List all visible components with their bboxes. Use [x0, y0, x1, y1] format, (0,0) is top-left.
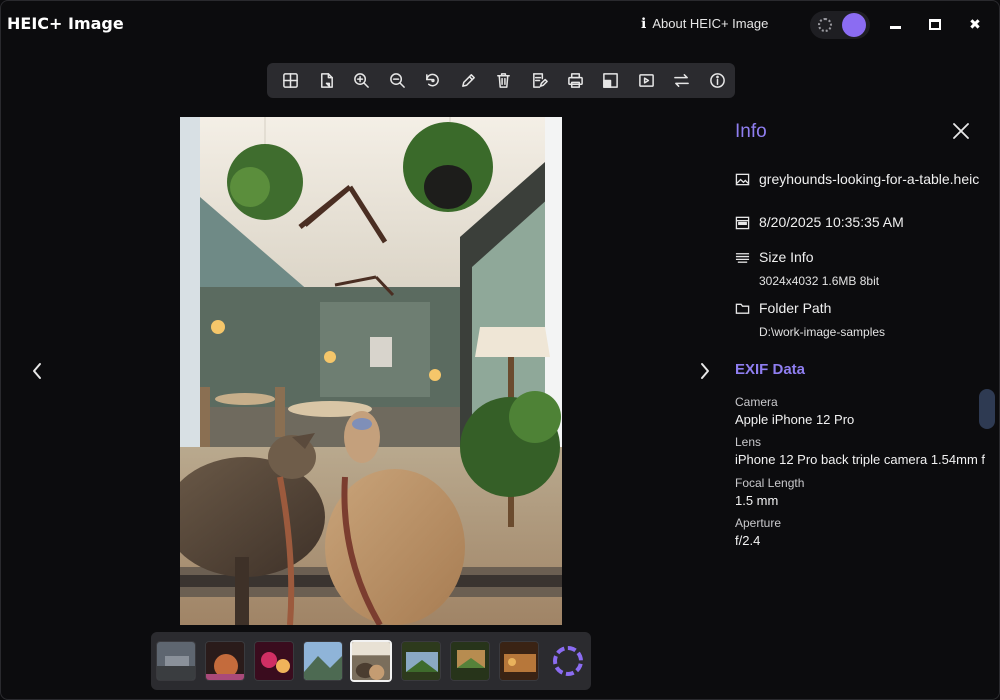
info-folder-row: Folder Path D:\work-image-samples [735, 300, 885, 339]
maximize-button[interactable] [923, 13, 947, 35]
exif-key: Camera [735, 395, 778, 409]
info-icon: ℹ [641, 15, 647, 31]
zoom-out-icon [389, 73, 405, 88]
delete-button[interactable] [486, 66, 522, 96]
thumbnail-image [255, 642, 293, 680]
convert-button[interactable] [664, 66, 700, 96]
thumbnail[interactable] [303, 641, 343, 681]
filename: greyhounds-looking-for-a-table.heic [759, 171, 980, 187]
theme-toggle[interactable] [810, 11, 870, 39]
next-image-button[interactable] [695, 361, 715, 381]
pencil-icon [461, 74, 475, 87]
folder-icon [735, 301, 751, 317]
filmstrip [151, 632, 591, 690]
zoom-out-button[interactable] [380, 66, 416, 96]
maximize-icon [929, 18, 941, 30]
datetime: 8/20/2025 10:35:35 AM [759, 214, 904, 230]
swap-arrows-icon [674, 74, 689, 87]
main-photo[interactable] [180, 117, 562, 625]
grid-icon [283, 73, 299, 88]
trash-icon [497, 73, 511, 88]
thumbnail-image [304, 642, 342, 680]
exif-key: Focal Length [735, 476, 805, 490]
slideshow-icon [638, 74, 654, 87]
exif-aperture: Aperture f/2.4 [735, 516, 781, 548]
thumbnail[interactable] [205, 641, 245, 681]
exif-value: f/2.4 [735, 533, 761, 548]
image-icon [735, 172, 751, 188]
slideshow-button[interactable] [628, 66, 664, 96]
thumbnail-image [451, 642, 489, 680]
size-info-label: Size Info [759, 249, 814, 265]
thumbnail-image [157, 642, 195, 680]
previous-image-button[interactable] [27, 361, 47, 381]
calendar-icon [735, 215, 751, 231]
close-icon [953, 123, 969, 139]
close-icon: ✖ [969, 15, 981, 32]
exif-title: EXIF Data [735, 361, 806, 378]
zoom-in-icon [354, 73, 370, 88]
crop-icon [603, 73, 618, 88]
thumbnail[interactable] [450, 641, 490, 681]
thumbnail-image [500, 642, 538, 680]
loading-spinner [549, 641, 587, 681]
rotate-icon [426, 73, 440, 87]
save-as-button[interactable] [522, 66, 558, 96]
exif-value: Apple iPhone 12 Pro [735, 412, 855, 427]
exif-key: Aperture [735, 516, 782, 530]
exif-value: iPhone 12 Pro back triple camera 1.54mm … [735, 452, 986, 467]
info-size-row: Size Info 3024x4032 1.6MB 8bit [735, 249, 879, 288]
file-open-icon [320, 73, 333, 88]
rotate-button[interactable] [415, 66, 451, 96]
info-panel: Info greyhounds-looking-for-a-table.heic… [721, 109, 999, 549]
info-circle-icon [709, 73, 725, 88]
info-scrollbar-thumb[interactable] [979, 389, 995, 429]
minimize-icon [889, 25, 901, 29]
thumbnail[interactable] [401, 641, 441, 681]
exif-lens: Lens iPhone 12 Pro back triple camera 1.… [735, 435, 985, 467]
thumbnail-image [206, 642, 244, 680]
chevron-left-icon [33, 363, 41, 379]
crop-button[interactable] [593, 66, 629, 96]
info-panel-title: Info [735, 121, 767, 142]
exif-camera: Camera Apple iPhone 12 Pro [735, 395, 854, 427]
exif-value: 1.5 mm [735, 493, 779, 508]
exif-key: Lens [735, 435, 762, 449]
thumbnail-image [352, 642, 390, 680]
thumbnail[interactable] [499, 641, 539, 681]
thumbnail-image [402, 642, 440, 680]
info-filename-row: greyhounds-looking-for-a-table.heic [735, 171, 979, 188]
title-bar: HEIC+ Image ℹ About HEIC+ Image ✖ [1, 1, 999, 47]
spinner-icon [553, 646, 583, 676]
toggle-knob [842, 13, 866, 37]
print-button[interactable] [557, 66, 593, 96]
toolbar [267, 63, 735, 98]
size-info-value: 3024x4032 1.6MB 8bit [759, 274, 880, 288]
app-window: HEIC+ Image ℹ About HEIC+ Image ✖ Info g… [0, 0, 1000, 700]
edit-button[interactable] [451, 66, 487, 96]
folder-path-label: Folder Path [759, 300, 832, 316]
info-datetime-row: 8/20/2025 10:35:35 AM [735, 214, 904, 231]
app-title: HEIC+ Image [7, 14, 124, 33]
close-window-button[interactable]: ✖ [963, 13, 987, 35]
sun-icon [818, 18, 832, 32]
open-file-button[interactable] [309, 66, 345, 96]
photo-scene [180, 117, 562, 625]
thumbnail-selected[interactable] [350, 640, 392, 682]
minimize-button[interactable] [883, 13, 907, 35]
info-button[interactable] [699, 66, 735, 96]
close-info-button[interactable] [951, 121, 971, 141]
zoom-in-button[interactable] [344, 66, 380, 96]
layers-icon [735, 250, 751, 266]
chevron-right-icon [701, 363, 709, 379]
about-label: About HEIC+ Image [652, 16, 769, 31]
document-edit-icon [533, 73, 548, 88]
thumbnail[interactable] [156, 641, 196, 681]
folder-path-value[interactable]: D:\work-image-samples [759, 325, 885, 339]
about-button[interactable]: ℹ About HEIC+ Image [641, 15, 768, 32]
printer-icon [567, 73, 583, 88]
thumbnail[interactable] [254, 641, 294, 681]
exif-focal-length: Focal Length 1.5 mm [735, 476, 804, 508]
grid-view-button[interactable] [273, 66, 309, 96]
